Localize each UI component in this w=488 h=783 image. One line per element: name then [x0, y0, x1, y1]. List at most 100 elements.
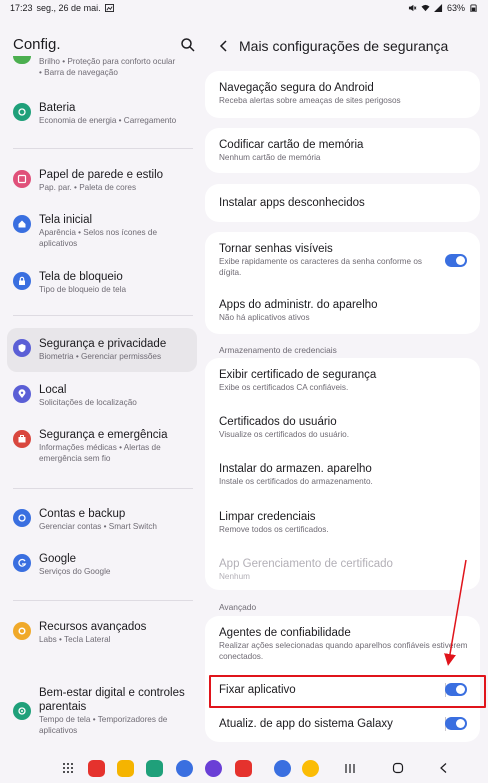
sidebar-item-accounts-backup[interactable]: Contas e backup Gerenciar contas • Smart … — [7, 507, 197, 537]
sidebar-item-sub: Tipo de bloqueio de tela — [39, 285, 127, 294]
messages-app-icon[interactable] — [176, 760, 193, 777]
page-title: Mais configurações de segurança — [239, 38, 449, 54]
wifi-icon — [421, 4, 430, 12]
row-device-admin-apps[interactable]: Apps do administr. do aparelho Não há ap… — [219, 298, 469, 323]
row-title: Instalar apps desconhecidos — [219, 197, 365, 209]
battery-icon — [13, 103, 31, 121]
row-sub: Remove todos os certificados. — [219, 525, 329, 534]
settings-card: Navegação segura do Android Receba alert… — [205, 71, 480, 118]
sidebar-item-sub: Informações médicas • Alertas de emergên… — [39, 443, 161, 463]
wallpaper-icon — [13, 170, 31, 188]
row-install-from-storage[interactable]: Instalar do armazen. aparelho Instale os… — [219, 462, 469, 487]
sidebar-item-display[interactable]: Brilho • Proteção para conforto ocular •… — [7, 56, 197, 86]
sidebar-item-location[interactable]: Local Solicitações de localização — [7, 383, 197, 413]
passwords-visible-toggle[interactable] — [445, 254, 467, 267]
status-date: seg., 26 de mai. — [36, 3, 101, 13]
row-view-security-certificates[interactable]: Exibir certificado de segurança Exibe os… — [219, 368, 469, 393]
sidebar-item-label: Recursos avançados — [39, 621, 147, 633]
sidebar-item-label: Local — [39, 384, 67, 396]
status-time: 17:23 — [10, 3, 33, 13]
row-make-passwords-visible[interactable]: Tornar senhas visíveis Exibe rapidamente… — [219, 242, 429, 278]
row-title: Certificados do usuário — [219, 416, 337, 428]
sidebar-item-wallpaper[interactable]: Papel de parede e estilo Pap. par. • Pale… — [7, 168, 197, 198]
sidebar-item-battery[interactable]: Bateria Economia de energia • Carregament… — [7, 101, 197, 131]
sidebar-item-digital-wellbeing[interactable]: Bem-estar digital e controles parentais T… — [7, 686, 197, 742]
sidebar-item-label: Segurança e privacidade — [39, 338, 167, 350]
app-icon-5[interactable] — [205, 760, 222, 777]
sidebar-item-safety-emergency[interactable]: Segurança e emergência Informações médica… — [7, 428, 197, 470]
settings-card: Exibir certificado de segurança Exibe os… — [205, 358, 480, 590]
app-drawer-icon[interactable] — [62, 762, 74, 774]
search-icon[interactable] — [180, 37, 196, 53]
row-sub: Não há aplicativos ativos — [219, 313, 310, 322]
back-button-icon[interactable] — [438, 762, 450, 774]
row-encrypt-sd[interactable]: Codificar cartão de memória Nenhum cartã… — [219, 138, 469, 163]
row-clear-credentials[interactable]: Limpar credenciais Remove todos os certi… — [219, 510, 469, 535]
google-icon — [13, 554, 31, 572]
emergency-icon — [13, 430, 31, 448]
gear-plus-icon — [13, 622, 31, 640]
divider — [13, 488, 193, 489]
sidebar-header: Config. — [13, 36, 196, 56]
row-title: Navegação segura do Android — [219, 82, 374, 94]
row-title: Apps do administr. do aparelho — [219, 299, 378, 311]
app-icon-2[interactable] — [117, 760, 134, 777]
sidebar-item-security-privacy[interactable]: Segurança e privacidade Biometria • Geren… — [7, 328, 197, 372]
image-notification-icon — [104, 4, 114, 12]
sidebar-item-google[interactable]: Google Serviços do Google — [7, 552, 197, 582]
sidebar-item-label: Papel de parede e estilo — [39, 169, 164, 181]
page-header: Mais configurações de segurança — [217, 36, 448, 56]
row-title: Atualiz. de app do sistema Galaxy — [219, 718, 393, 730]
photos-app-icon[interactable] — [302, 760, 319, 777]
row-install-unknown-apps[interactable]: Instalar apps desconhecidos — [219, 196, 469, 210]
app-icon-7[interactable] — [274, 760, 291, 777]
battery-percent: 63% — [446, 3, 465, 13]
sidebar-item-advanced-features[interactable]: Recursos avançados Labs • Tecla Lateral — [7, 620, 197, 650]
recents-icon[interactable] — [344, 763, 356, 774]
sidebar-item-sub: Tempo de tela • Temporizadores de aplica… — [39, 715, 168, 735]
sidebar-item-home-screen[interactable]: Tela inicial Aparência • Selos nos ícones… — [7, 213, 197, 255]
row-galaxy-system-app-update[interactable]: Atualiz. de app do sistema Galaxy — [219, 717, 469, 731]
row-title: Exibir certificado de segurança — [219, 369, 377, 381]
lock-icon — [13, 272, 31, 290]
sidebar-item-sub: Economia de energia • Carregamento — [39, 116, 177, 125]
row-sub: Nenhum — [219, 572, 250, 581]
camera-app-icon[interactable] — [235, 760, 252, 777]
row-certificate-management-app: App Gerenciamento de certificado Nenhum — [219, 557, 469, 582]
sidebar-item-label: Tela inicial — [39, 214, 93, 226]
sync-icon — [13, 509, 31, 527]
sidebar-item-label: Bem-estar digital e controles parentais — [39, 687, 185, 713]
galaxy-update-toggle[interactable] — [445, 717, 467, 730]
row-sub: Receba alertas sobre ameaças de sites pe… — [219, 96, 401, 105]
app-icon-1[interactable] — [88, 760, 105, 777]
back-arrow-icon[interactable] — [217, 39, 231, 53]
sidebar-item-sub: Aparência • Selos nos ícones de aplicati… — [39, 228, 158, 248]
battery-icon — [470, 4, 477, 12]
phone-app-icon[interactable] — [146, 760, 163, 777]
row-user-certificates[interactable]: Certificados do usuário Visualize os cer… — [219, 415, 469, 440]
annotation-highlight-box — [209, 675, 486, 708]
row-sub: Exibe os certificados CA confiáveis. — [219, 383, 349, 392]
settings-card: Codificar cartão de memória Nenhum cartã… — [205, 128, 480, 173]
divider — [13, 315, 193, 316]
home-button-icon[interactable] — [392, 762, 404, 774]
sidebar-item-label: Tela de bloqueio — [39, 271, 123, 283]
sidebar-item-label: Google — [39, 553, 77, 565]
row-title: Instalar do armazen. aparelho — [219, 463, 372, 475]
sidebar-item-lock-screen[interactable]: Tela de bloqueio Tipo de bloqueio de tela — [7, 270, 197, 300]
divider — [13, 148, 193, 149]
row-title: Codificar cartão de memória — [219, 139, 364, 151]
sidebar-item-sub: Labs • Tecla Lateral — [39, 635, 111, 644]
row-title: Agentes de confiabilidade — [219, 627, 351, 639]
sidebar-item-label: Segurança e emergência — [39, 429, 168, 441]
signal-icon — [434, 4, 443, 12]
row-trust-agents[interactable]: Agentes de confiabilidade Realizar ações… — [219, 626, 469, 662]
home-icon — [13, 215, 31, 233]
section-header-advanced: Avançado — [219, 602, 257, 612]
row-sub: Exibe rapidamente os caracteres da senha… — [219, 257, 422, 277]
sidebar-item-label: Contas e backup — [39, 508, 126, 520]
row-title: Tornar senhas visíveis — [219, 243, 333, 255]
row-safe-browsing[interactable]: Navegação segura do Android Receba alert… — [219, 81, 469, 106]
mute-icon — [408, 4, 417, 12]
row-title: App Gerenciamento de certificado — [219, 558, 393, 570]
